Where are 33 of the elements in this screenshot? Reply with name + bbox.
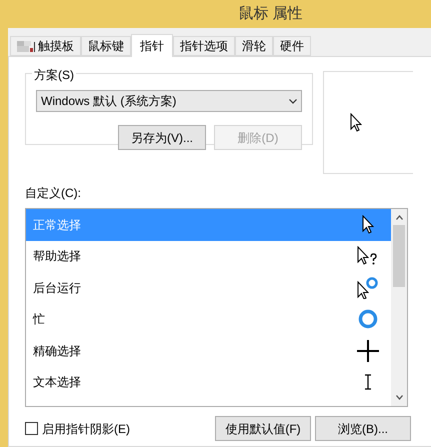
busy-ring-icon bbox=[358, 309, 378, 330]
pointer-icon bbox=[350, 113, 362, 132]
list-item[interactable]: 文本选择 bbox=[26, 366, 391, 398]
scrollbar[interactable] bbox=[391, 209, 407, 406]
scroll-thumb[interactable] bbox=[393, 225, 405, 287]
tab[interactable]: 硬件 bbox=[273, 36, 311, 56]
window-title: 鼠标 属性 bbox=[238, 4, 303, 24]
list-item[interactable]: 后台运行 bbox=[26, 272, 391, 304]
dialog-button[interactable]: 使用默认值(F) bbox=[215, 416, 311, 441]
help-pointer-icon bbox=[357, 246, 379, 266]
touchpad-icon bbox=[17, 39, 35, 53]
scroll-down-icon[interactable] bbox=[396, 395, 402, 400]
tab[interactable]: 指针 bbox=[131, 34, 173, 57]
group-label: 方案(S) bbox=[32, 66, 76, 84]
shadow-checkbox[interactable]: 启用指针阴影(E) bbox=[25, 420, 215, 438]
tab[interactable]: 滑轮 bbox=[235, 36, 273, 56]
pointer-icon bbox=[362, 215, 374, 234]
crosshair-icon bbox=[356, 338, 380, 363]
checkbox[interactable] bbox=[25, 422, 38, 435]
text-cursor-icon bbox=[364, 374, 372, 390]
scheme-dropdown[interactable]: Windows 默认 (系统方案) bbox=[36, 90, 302, 112]
list-item[interactable]: 帮助选择 bbox=[26, 240, 391, 272]
tab[interactable]: 触摸板 bbox=[10, 36, 81, 56]
dialog-button[interactable]: 另存为(V)... bbox=[118, 125, 206, 150]
scroll-up-icon[interactable] bbox=[396, 215, 402, 220]
chevron-down-icon bbox=[289, 98, 297, 104]
customize-label: 自定义(C): bbox=[25, 185, 82, 202]
dialog-button[interactable]: 浏览(B)... bbox=[315, 416, 411, 441]
working-pointer-icon bbox=[357, 276, 379, 299]
list-item[interactable]: 忙 bbox=[26, 304, 391, 335]
tab[interactable]: 指针选项 bbox=[173, 36, 235, 56]
list-item[interactable]: 精确选择 bbox=[26, 335, 391, 366]
tab[interactable]: 鼠标键 bbox=[81, 36, 131, 56]
